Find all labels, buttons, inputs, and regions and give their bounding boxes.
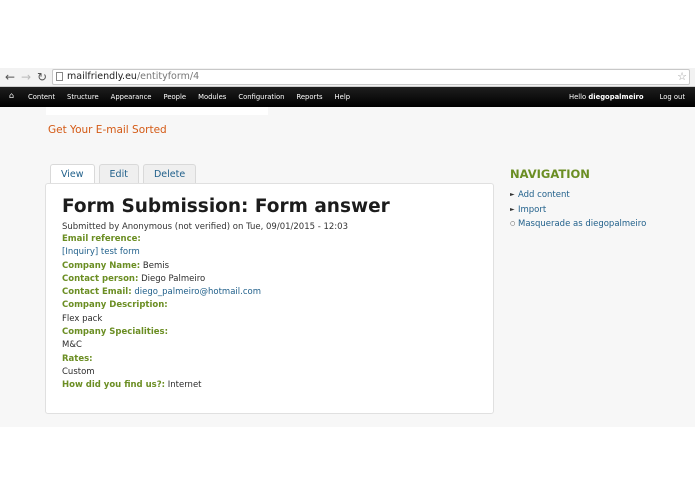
email-reference-link[interactable]: [Inquiry] test form [62,246,477,259]
collapsed-arrow-icon: ► [510,191,515,198]
found-us-value: Internet [167,380,202,391]
local-tabs: View Edit Delete [50,164,200,184]
admin-menu-appearance[interactable]: Appearance [105,87,158,107]
sidebar-item-add-content[interactable]: ► Add content [510,188,680,203]
company-description-value: Flex pack [62,313,103,324]
rates-value: Custom [62,366,95,377]
company-description-label: Company Description: [62,300,168,311]
submitted-info: Submitted by Anonymous (not verified) on… [62,222,348,232]
url-path: /entityform/4 [136,71,200,82]
company-name-field: Company Name: Bemis [62,260,477,273]
tab-delete[interactable]: Delete [142,164,197,183]
rates-label: Rates: [62,353,93,364]
page-title: Form Submission: Form answer [62,196,390,217]
email-reference-label: Email reference: [62,234,141,244]
top-blank-area [0,0,695,68]
admin-menu-configuration[interactable]: Configuration [232,87,290,107]
browser-toolbar: ← → ↻ mailfriendly.eu/entityform/4 ☆ [0,68,695,87]
reload-icon[interactable]: ↻ [37,69,47,85]
submission-content: Form Submission: Form answer Submitted b… [45,183,494,414]
admin-menu-people[interactable]: People [157,87,192,107]
home-icon[interactable]: ⌂ [9,91,14,100]
logout-link[interactable]: Log out [660,87,685,107]
contact-person-label: Contact person: [62,273,139,284]
sidebar-item-label: Import [518,204,547,215]
admin-menu-content[interactable]: Content [22,87,61,107]
contact-email-link[interactable]: diego_palmeiro@hotmail.com [134,287,261,297]
contact-email-field: Contact Email: diego_palmeiro@hotmail.co… [62,286,477,299]
leaf-bullet-icon: ○ [510,220,516,227]
contact-email-label: Contact Email: [62,287,132,298]
navigation-title: NAVIGATION [510,167,590,181]
sidebar-item-label: Add content [518,190,570,200]
header-strip [46,107,268,115]
contact-person-value: Diego Palmeiro [141,273,206,284]
url-domain: mailfriendly.eu [67,71,137,82]
admin-menu-help[interactable]: Help [329,87,357,107]
bottom-blank-area [0,427,695,494]
admin-user-area: Hello diegopalmeiro Log out [537,87,685,107]
tab-edit[interactable]: Edit [98,164,139,183]
admin-menu-reports[interactable]: Reports [290,87,328,107]
company-name-label: Company Name: [62,260,141,271]
company-specialities-label: Company Specialities: [62,327,168,338]
found-us-label: How did you find us?: [62,380,166,391]
navigation-sidebar: NAVIGATION ► Add content ► Import ○ Masquer… [510,167,680,232]
tab-view[interactable]: View [50,164,95,184]
username: diegopalmeiro [588,93,644,101]
user-greeting[interactable]: Hello diegopalmeiro [553,87,644,107]
admin-toolbar: ⌂ Content Structure Appearance People Mo… [0,87,695,107]
company-name-value: Bemis [142,260,170,271]
address-bar[interactable]: mailfriendly.eu/entityform/4 ☆ [52,69,690,85]
sidebar-item-label: Masquerade as diegopalmeiro [518,219,647,229]
company-specialities-value: M&C [62,340,82,351]
back-arrow-icon[interactable]: ← [5,69,15,85]
found-us-field: How did you find us?: Internet [62,379,477,392]
sidebar-item-masquerade[interactable]: ○ Masquerade as diegopalmeiro [510,217,680,232]
collapsed-arrow-icon: ► [510,205,515,213]
admin-menu-structure[interactable]: Structure [61,87,105,107]
site-name[interactable]: Get Your E-mail Sorted [48,124,167,136]
sidebar-item-import[interactable]: ► Import [510,203,680,218]
admin-menu: Content Structure Appearance People Modu… [22,87,356,107]
page-icon [56,72,63,81]
greeting-text: Hello [568,93,587,101]
star-icon[interactable]: ☆ [677,70,687,84]
forward-arrow-icon[interactable]: → [21,69,31,85]
page-body: Get Your E-mail Sorted View Edit Delete … [0,107,695,427]
contact-person-field: Contact person: Diego Palmeiro [62,273,477,286]
admin-menu-modules[interactable]: Modules [192,87,232,107]
